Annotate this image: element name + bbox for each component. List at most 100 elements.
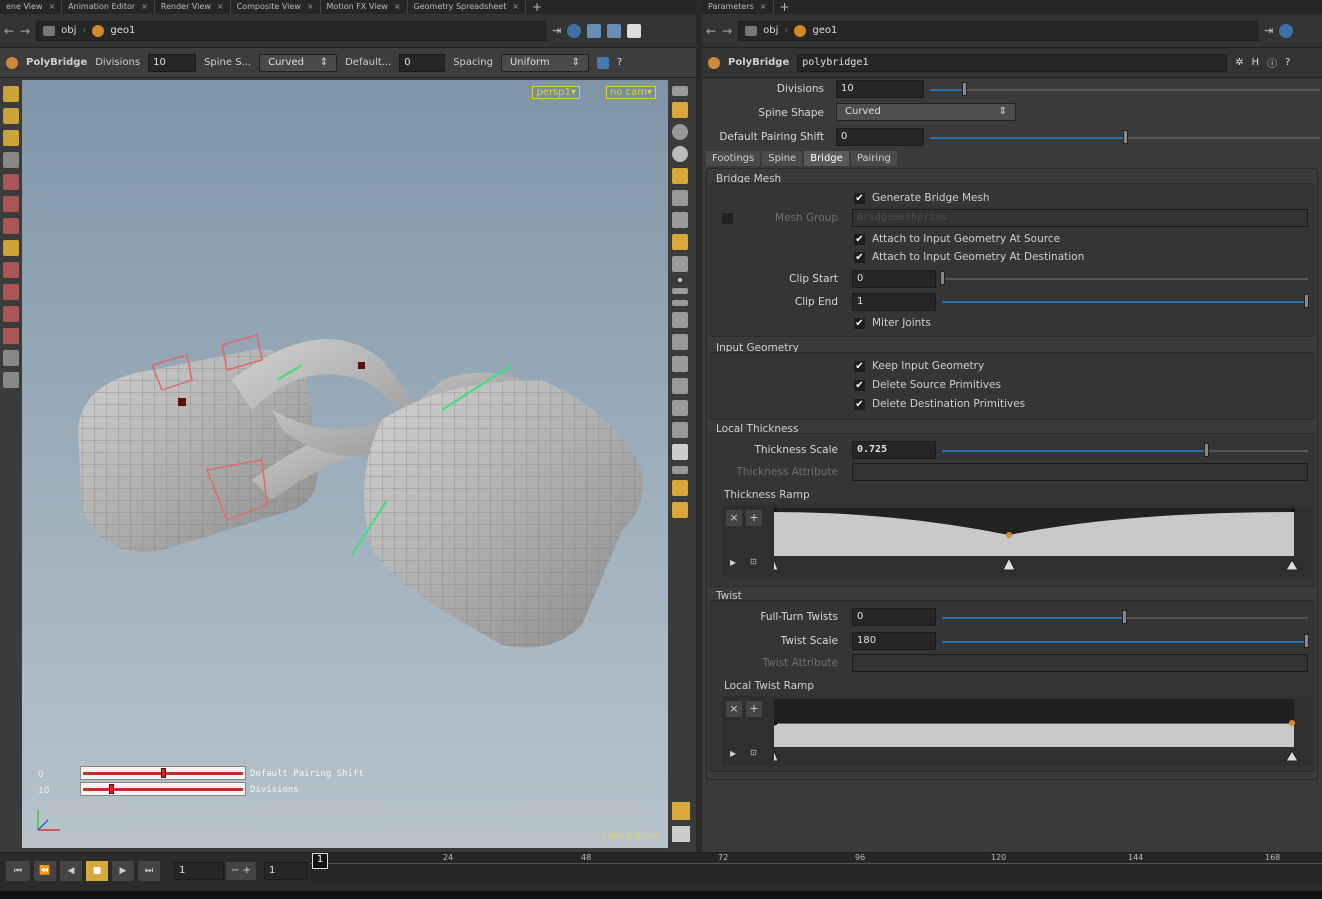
forward-arrow-icon[interactable]: → xyxy=(20,24,30,38)
step-back-icon[interactable]: ⏪ xyxy=(34,861,56,881)
display-options-icon[interactable] xyxy=(587,23,602,38)
help-book-icon[interactable]: H xyxy=(1252,57,1260,68)
miter-checkbox[interactable]: ✔ xyxy=(854,318,865,329)
stop-icon[interactable]: ■ xyxy=(86,861,108,881)
generate-checkbox[interactable]: ✔ xyxy=(854,193,865,204)
default-pairing-field[interactable]: 0 xyxy=(399,53,446,72)
close-icon[interactable]: × xyxy=(48,2,55,11)
bridge-geometry[interactable] xyxy=(22,80,668,848)
info-icon[interactable]: ⓘ xyxy=(1267,55,1277,70)
attach-dest-checkbox[interactable]: ✔ xyxy=(854,252,865,263)
spine-combo[interactable]: Curved ⇕ xyxy=(259,53,338,72)
light-icon[interactable] xyxy=(672,124,688,140)
scale-tool-icon[interactable] xyxy=(3,262,19,278)
remove-key-icon[interactable]: × xyxy=(726,701,742,717)
move-tool-icon[interactable] xyxy=(3,196,19,212)
path-obj[interactable]: obj xyxy=(61,25,76,36)
render-region-icon[interactable] xyxy=(672,502,688,518)
delete-dest-checkbox[interactable]: ✔ xyxy=(854,399,865,410)
link-icon[interactable] xyxy=(1279,23,1294,38)
sculpt-tool-icon[interactable] xyxy=(3,372,19,388)
bbox-icon[interactable] xyxy=(672,400,688,416)
head-light-icon[interactable] xyxy=(672,212,688,228)
path-geo[interactable]: geo1 xyxy=(812,25,837,36)
attach-source-checkbox[interactable]: ✔ xyxy=(854,234,865,245)
pin-light-icon[interactable] xyxy=(672,190,688,206)
help-icon[interactable]: ? xyxy=(1285,57,1290,68)
point-display-icon[interactable] xyxy=(678,278,682,282)
ramp-presets-icon[interactable]: ⊡ xyxy=(750,557,757,566)
jump-end-icon[interactable]: ⏭ xyxy=(138,861,160,881)
current-frame-field[interactable]: 1 xyxy=(174,862,224,880)
path-obj[interactable]: obj xyxy=(763,25,778,36)
ramp-presets-icon[interactable]: ⊡ xyxy=(750,748,757,757)
edge-display-icon[interactable] xyxy=(672,300,688,306)
keep-input-checkbox[interactable]: ✔ xyxy=(854,361,865,372)
tab-geometry-spreadsheet[interactable]: Geometry Spreadsheet × xyxy=(408,0,527,14)
timeline-ruler[interactable]: 1 24 48 72 96 120 144 168 xyxy=(310,853,1322,883)
snap-display-icon[interactable] xyxy=(672,422,688,438)
add-key-icon[interactable]: + xyxy=(746,510,762,526)
sort-icon[interactable] xyxy=(596,56,609,69)
brush-tool-icon[interactable] xyxy=(3,350,19,366)
snap-tool-icon[interactable] xyxy=(3,306,19,322)
eye-icon[interactable] xyxy=(672,86,688,96)
tab-spine[interactable]: Spine xyxy=(762,151,803,166)
camera-options-icon[interactable] xyxy=(607,23,622,38)
gear-icon[interactable]: ✲ xyxy=(1235,57,1243,68)
wire-icon[interactable] xyxy=(672,256,688,272)
tab-composite-view[interactable]: Composite View × xyxy=(231,0,321,14)
add-tab-icon[interactable]: + xyxy=(526,0,548,14)
add-key-icon[interactable]: + xyxy=(746,701,762,717)
select-mode-icon[interactable] xyxy=(3,86,19,102)
pairing-shift-field[interactable]: 0 xyxy=(836,128,924,146)
add-tab-icon[interactable]: + xyxy=(774,0,796,14)
camera-icon[interactable] xyxy=(672,480,688,496)
prim-number-icon[interactable] xyxy=(672,312,688,328)
shading-icon[interactable] xyxy=(672,234,688,250)
spine-shape-combo[interactable]: Curved ⇕ xyxy=(836,103,1016,121)
clip-end-slider-knob[interactable] xyxy=(1304,294,1309,308)
maximize-icon[interactable] xyxy=(627,23,642,38)
tab-pairing[interactable]: Pairing xyxy=(850,151,897,166)
node-name-field[interactable]: polybridge1 xyxy=(797,53,1228,72)
clip-end-field[interactable]: 1 xyxy=(852,293,936,311)
delete-source-checkbox[interactable]: ✔ xyxy=(854,380,865,391)
play-icon[interactable]: ▶ xyxy=(112,861,134,881)
divisions-slider-track[interactable] xyxy=(930,89,1320,91)
full-turn-field[interactable]: 0 xyxy=(852,608,936,626)
expand-ramp-icon[interactable]: ▶ xyxy=(730,558,736,567)
remove-key-icon[interactable]: × xyxy=(726,510,742,526)
close-icon[interactable]: × xyxy=(394,2,401,11)
tab-render-view[interactable]: Render View × xyxy=(155,0,231,14)
close-icon[interactable]: × xyxy=(217,2,224,11)
abc-icon[interactable] xyxy=(672,466,688,474)
pin-icon[interactable]: ⇥ xyxy=(552,24,561,37)
twist-scale-field[interactable]: 180 xyxy=(852,632,936,650)
arrow-tool-icon[interactable] xyxy=(3,152,19,168)
view-tool-icon[interactable] xyxy=(3,174,19,190)
point-mode-icon[interactable] xyxy=(3,108,19,124)
close-icon[interactable]: × xyxy=(141,2,148,11)
vector-display-icon[interactable] xyxy=(672,334,688,350)
clip-start-field[interactable]: 0 xyxy=(852,270,936,288)
path-field[interactable]: obj › geo1 xyxy=(36,20,547,41)
tab-parameters[interactable]: Parameters × xyxy=(702,0,774,14)
handle-tool-icon[interactable] xyxy=(3,240,19,256)
layout-icon[interactable] xyxy=(672,802,690,820)
start-frame-field[interactable]: 1 xyxy=(264,862,308,880)
bulb-icon[interactable] xyxy=(672,168,688,184)
tab-scene-view[interactable]: ene View × xyxy=(0,0,63,14)
frame-icon[interactable] xyxy=(672,444,688,460)
twist-scale-slider-knob[interactable] xyxy=(1304,634,1309,648)
clip-start-slider-track[interactable] xyxy=(942,278,1308,280)
clip-start-slider-knob[interactable] xyxy=(940,271,945,285)
divisions-field[interactable]: 10 xyxy=(148,53,197,72)
frame-indicator[interactable]: 1 xyxy=(312,853,328,869)
pose-tool-icon[interactable] xyxy=(3,284,19,300)
full-turn-slider-knob[interactable] xyxy=(1122,610,1127,624)
rotate-tool-icon[interactable] xyxy=(3,218,19,234)
pin-icon[interactable]: ⇥ xyxy=(1264,24,1273,37)
path-geo[interactable]: geo1 xyxy=(110,25,135,36)
divisions-slider-knob[interactable] xyxy=(962,82,967,96)
